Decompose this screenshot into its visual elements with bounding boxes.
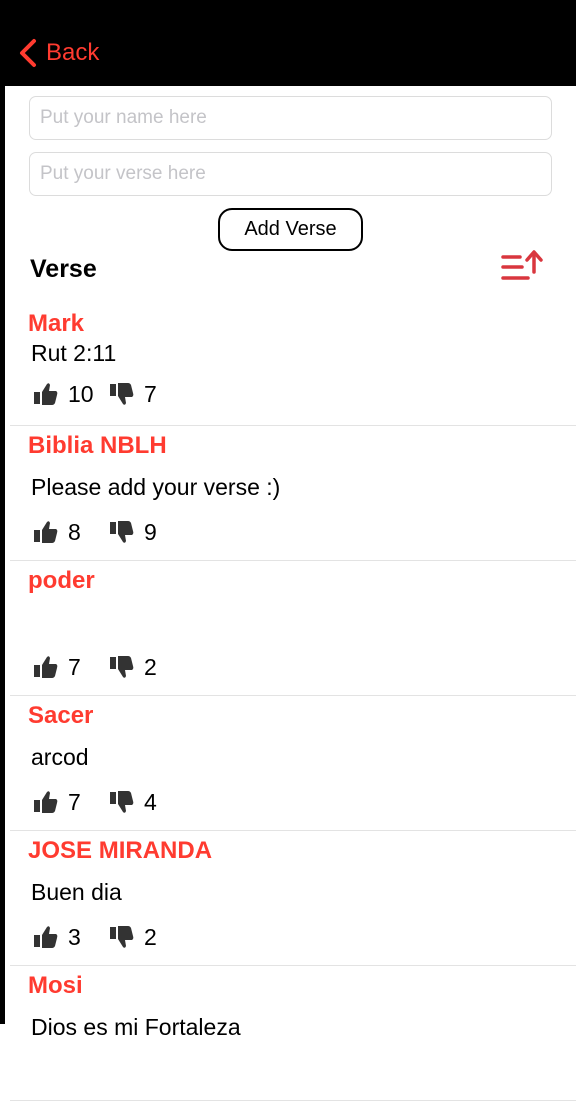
verse-text: Buen dia (31, 879, 122, 905)
add-verse-button[interactable]: Add Verse (218, 208, 363, 251)
verse-text: Rut 2:11 (31, 340, 117, 366)
verse-author: Sacer (28, 702, 94, 729)
likes-count: 8 (68, 518, 81, 545)
thumbs-up-icon[interactable] (32, 653, 60, 681)
back-label: Back (46, 39, 100, 66)
verse-author: JOSE MIRANDA (28, 837, 213, 864)
verse-list-item[interactable]: poder 7 2 (10, 561, 576, 696)
thumbs-up-icon[interactable] (32, 380, 60, 408)
likes-count: 10 (68, 380, 94, 407)
verse-list-item[interactable]: JOSE MIRANDA Buen dia 3 2 (10, 831, 576, 966)
name-input[interactable] (29, 96, 552, 140)
thumbs-up-icon[interactable] (32, 518, 60, 546)
thumbs-down-icon[interactable] (108, 518, 136, 546)
vote-row: 10 7 (32, 380, 157, 408)
verse-text: arcod (31, 744, 89, 770)
likes-count: 3 (68, 923, 81, 950)
verse-list-item[interactable]: Mark Rut 2:11 10 7 (10, 304, 576, 426)
verse-author: poder (28, 567, 95, 594)
verse-author: Mark (28, 310, 85, 337)
thumbs-up-icon[interactable] (32, 923, 60, 951)
verse-list-item[interactable]: Sacer arcod 7 4 (10, 696, 576, 831)
vote-row: 32 (32, 923, 157, 951)
chevron-left-icon (20, 39, 36, 67)
dislikes-count: 7 (144, 380, 157, 407)
vote-row: 72 (32, 653, 157, 681)
verse-list-item[interactable]: Biblia NBLH Please add your verse :) 8 9 (10, 426, 576, 561)
dislikes-count: 9 (144, 518, 157, 545)
vote-row: 89 (32, 518, 157, 546)
sort-button[interactable] (500, 248, 546, 286)
verse-input[interactable] (29, 152, 552, 196)
dislikes-count: 2 (144, 653, 157, 680)
navigation-bar: Back (0, 0, 576, 86)
thumbs-up-icon[interactable] (32, 788, 60, 816)
thumbs-down-icon[interactable] (108, 653, 136, 681)
thumbs-down-icon[interactable] (108, 923, 136, 951)
thumbs-down-icon[interactable] (108, 788, 136, 816)
dislikes-count: 4 (144, 788, 157, 815)
vote-row: 74 (32, 788, 157, 816)
verse-text: Dios es mi Fortaleza (31, 1014, 241, 1040)
back-button[interactable]: Back (18, 36, 99, 70)
sort-ascending-icon (501, 250, 543, 280)
thumbs-down-icon[interactable] (108, 380, 136, 408)
verse-list-item[interactable]: Mosi Dios es mi Fortaleza (10, 966, 576, 1101)
section-title: Verse (30, 255, 97, 283)
likes-count: 7 (68, 788, 81, 815)
verse-author: Mosi (28, 972, 83, 999)
verse-text: Please add your verse :) (31, 474, 281, 500)
dislikes-count: 2 (144, 923, 157, 950)
likes-count: 7 (68, 653, 81, 680)
verse-author: Biblia NBLH (28, 432, 167, 459)
verse-list: Mark Rut 2:11 10 7 Biblia NBLH Please add you… (0, 304, 576, 1101)
